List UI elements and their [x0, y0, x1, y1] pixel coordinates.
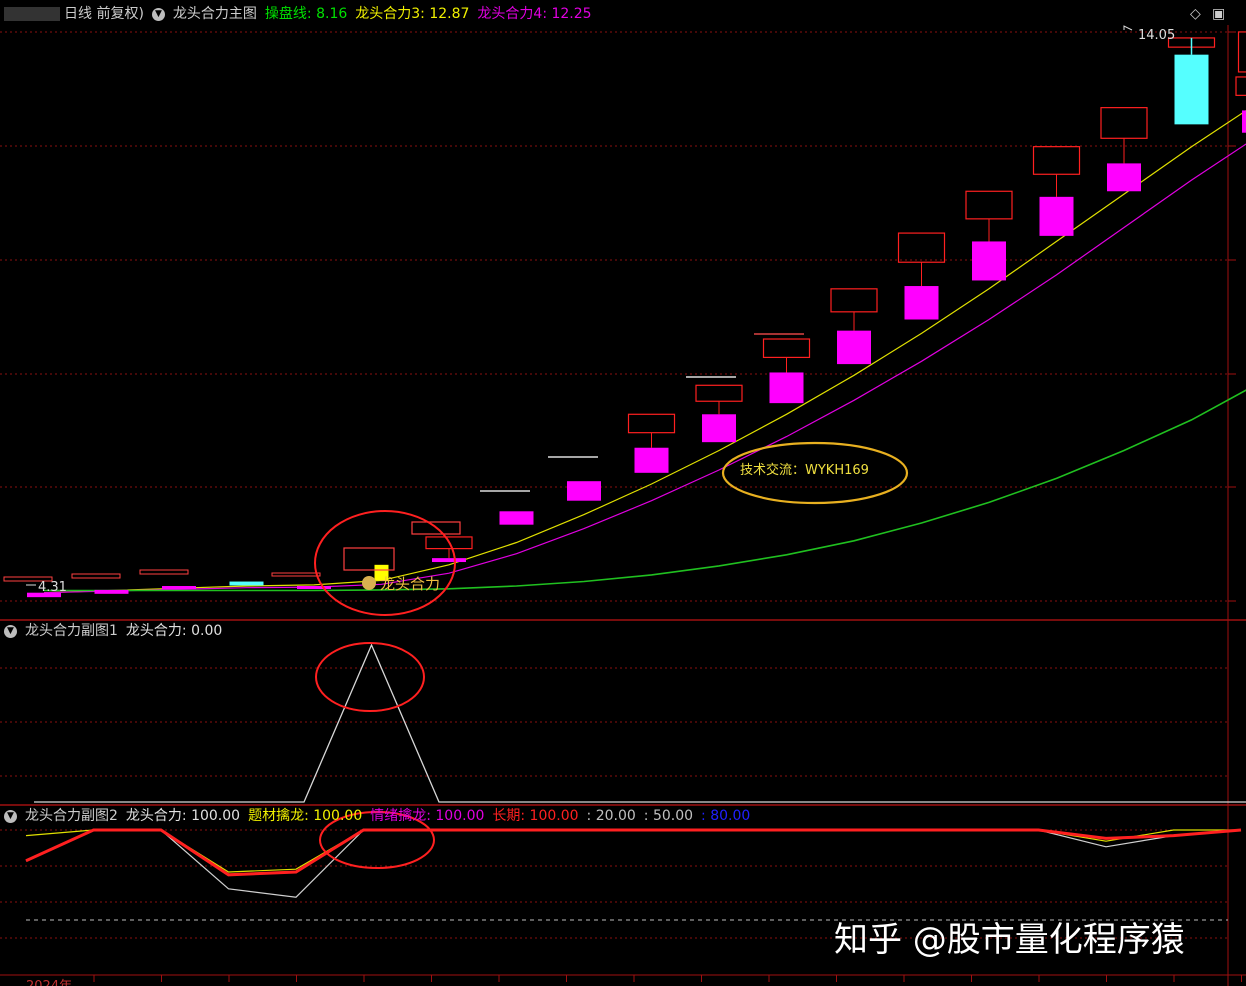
candle-body: [1174, 54, 1209, 125]
resistance-box: [897, 232, 946, 263]
money-bag-icon: [362, 576, 376, 590]
sub2-line-2: [25, 828, 1242, 877]
header-item-0: 操盘线: 8.16: [264, 6, 348, 22]
flat-candle: [71, 573, 121, 579]
resistance-box: [830, 288, 878, 313]
window-icon[interactable]: ▣: [1212, 6, 1225, 22]
main-header: 日线 前复权) ▼ 龙头合力主图 操盘线: 8.16 龙头合力3: 12.87 …: [4, 4, 600, 24]
period-label: 日线 前复权): [64, 6, 144, 22]
candle-body: [162, 586, 196, 590]
candle-body: [634, 447, 669, 473]
chevron-down-icon[interactable]: ▼: [151, 7, 165, 21]
sub2-item-0: 龙头合力: 100.00: [125, 808, 241, 824]
resistance-box: [1100, 107, 1148, 139]
date-label: 2024年: [26, 979, 72, 986]
sub1-item-0: 龙头合力: 0.00: [125, 623, 223, 639]
resistance-box: [762, 338, 811, 359]
signal-label: 龙头合力: [380, 575, 440, 593]
sub2-header: ▼ 龙头合力副图2 龙头合力: 100.00 题材擒龙: 100.00 情绪擒龙…: [4, 806, 758, 826]
candle-body: [702, 414, 736, 443]
chevron-down-icon[interactable]: ▼: [4, 624, 17, 638]
blurred-stock-name: [4, 7, 60, 21]
candle-body: [972, 241, 1006, 281]
sub2-item-5: : 50.00: [643, 808, 694, 824]
candle-body: [1242, 110, 1246, 133]
sub2-line-1: [25, 829, 1241, 873]
header-item-1: 龙头合力3: 12.87: [355, 6, 470, 22]
highlight-circle: [314, 510, 456, 616]
header-item-2: 龙头合力4: 12.25: [477, 6, 592, 22]
sub2-item-3: 长期: 100.00: [492, 808, 579, 824]
candle-body: [229, 581, 264, 586]
contact-label: 技术交流：WYKH169: [740, 462, 869, 478]
candle-body: [1039, 196, 1074, 236]
chevron-down-icon[interactable]: ▼: [4, 809, 17, 823]
sub2-item-2: 情绪擒龙: 100.00: [370, 808, 485, 824]
resistance-box: [695, 384, 743, 402]
highlight-circle: [315, 642, 425, 712]
indicator-name: 龙头合力主图: [172, 6, 257, 22]
watermark: 知乎 @股市量化程序猿: [834, 920, 1185, 960]
resistance-box: [965, 190, 1013, 220]
diamond-icon[interactable]: ◇: [1190, 6, 1201, 22]
sub1-line: [34, 643, 1246, 803]
low-price-label: 4.31: [38, 580, 67, 595]
flat-candle: [271, 572, 321, 577]
candle-body: [769, 372, 804, 404]
sub2-indicator-name: 龙头合力副图2: [25, 808, 118, 824]
candle-body: [1107, 163, 1141, 192]
candle-body: [904, 286, 939, 320]
sub2-item-6: : 80.00: [701, 808, 751, 824]
resistance-box: [627, 413, 676, 434]
candle-body: [297, 586, 331, 590]
resistance-box: [1235, 76, 1246, 96]
candle-body: [432, 558, 466, 563]
sub2-item-4: : 20.00: [586, 808, 636, 824]
resistance-box: [1237, 31, 1246, 73]
chart-canvas: 14.05 4.31 龙头合力 技术交流：WYKH169 2024年: [0, 25, 1246, 986]
sub2-line-0: [25, 829, 1242, 898]
candle-body: [94, 589, 129, 594]
candle-body: [499, 511, 534, 525]
sub1-indicator-name: 龙头合力副图1: [25, 623, 118, 639]
flat-candle: [139, 569, 189, 575]
ma-line-yellow: [43, 109, 1246, 594]
high-marker: [1123, 25, 1133, 31]
sub1-header: ▼ 龙头合力副图1 龙头合力: 0.00: [4, 621, 230, 641]
high-price-label: 14.05: [1138, 28, 1175, 43]
sub2-item-1: 题材擒龙: 100.00: [248, 808, 363, 824]
resistance-box: [1032, 146, 1081, 175]
candle-body: [567, 481, 601, 501]
candle-body: [837, 330, 871, 365]
